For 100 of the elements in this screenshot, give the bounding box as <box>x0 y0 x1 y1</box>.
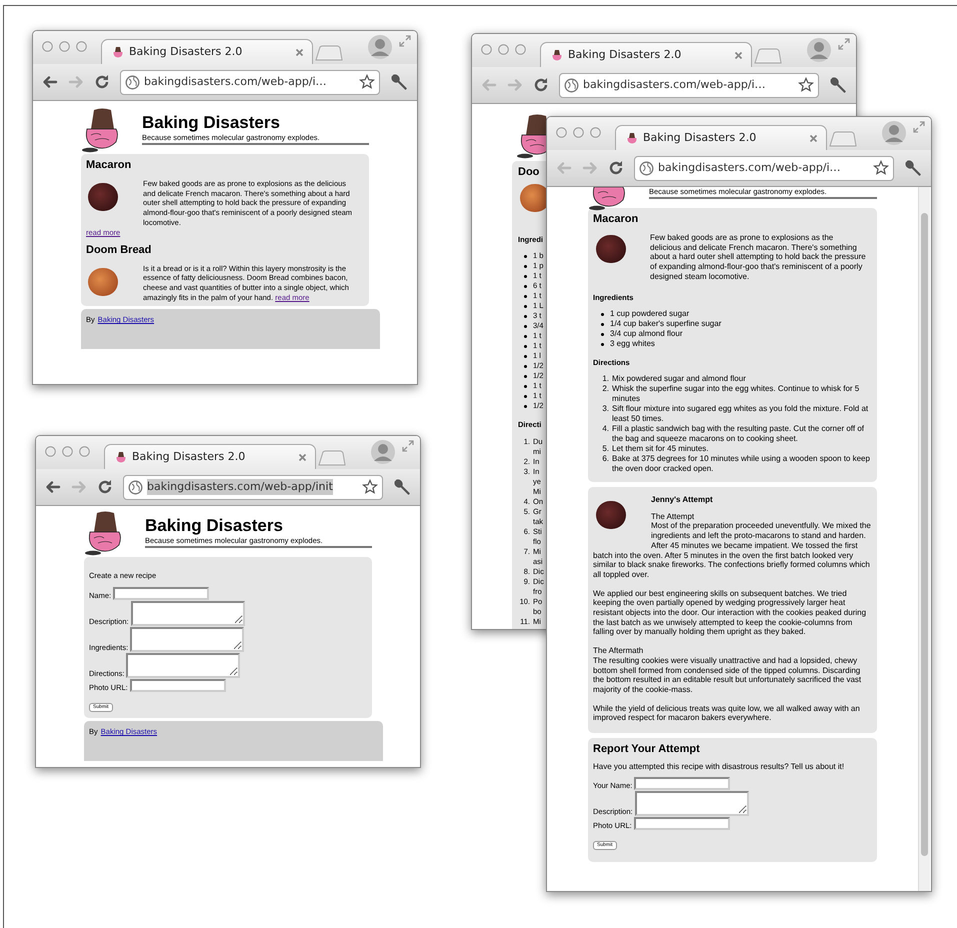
attempt-paragraph: We applied our best engineering skills on subsequent batches. We tried keeping the oven partially opened by wedging progressively larger heat resistant objects into the door. Our interaction with the cookies peaked during the last batch as we unwisely attempted to keep the cookie-columns from falling over by manually holding them upright as they baked. <box>593 588 868 638</box>
scrollbar-thumb[interactable] <box>921 213 928 856</box>
back-arrow-icon[interactable] <box>45 479 61 495</box>
window-button[interactable] <box>515 44 526 55</box>
window-button[interactable] <box>62 446 73 457</box>
bullet-icon <box>601 342 604 346</box>
site-title: Baking Disasters <box>145 516 284 536</box>
bullet-icon <box>524 395 527 398</box>
window-button[interactable] <box>590 127 601 138</box>
close-icon[interactable] <box>298 452 307 462</box>
url-field[interactable]: bakingdisasters.com/web-app/i… <box>559 72 819 98</box>
globe-icon <box>639 160 654 176</box>
report-prompt: Have you attempted this recipe with disastrous results? Tell us about it! <box>593 762 846 772</box>
list-item-text: Sift flour mixture into sugared egg whites as you fold the mixture. Fold at least 50 times. <box>612 404 870 424</box>
text-input-field[interactable] <box>634 776 730 790</box>
url-field[interactable]: bakingdisasters.com/web-app/init <box>123 474 383 500</box>
bullet-icon <box>524 255 527 258</box>
browser-tab[interactable]: Baking Disasters 2.0 <box>104 444 316 469</box>
forward-arrow-icon[interactable] <box>68 74 84 90</box>
photo-placeholder <box>88 183 118 211</box>
globe-icon <box>128 480 143 494</box>
textarea-field[interactable] <box>130 627 244 652</box>
new-tab-button[interactable] <box>829 131 857 147</box>
window-button[interactable] <box>498 44 509 55</box>
attempt-paragraph: The resulting cookies were visually unattractive and had a lopsided, chewy bottom shell formed from condensed side of the tipped columns. Discarding the bottom resulted in an editable result but unfortunately sacrificed the vast majority of the cookie-mass. <box>593 656 862 695</box>
url-field[interactable]: bakingdisasters.com/web-app/i… <box>634 156 894 180</box>
list-item-text: Fill a plastic sandwich bag with the resulting paste. Cut the corner off of the bag and squeeze macarons on to cooking sheet. <box>612 424 865 444</box>
photo-placeholder <box>88 268 118 296</box>
list-item-text: Mix powdered sugar and almond flour <box>612 374 747 384</box>
close-icon[interactable] <box>809 134 818 142</box>
recipe-name: Doom Bread <box>86 244 152 257</box>
window-button[interactable] <box>556 127 567 138</box>
browser-tab[interactable]: Baking Disasters 2.0 <box>615 125 827 150</box>
star-icon[interactable] <box>359 74 375 90</box>
recipe-name: Doo <box>518 166 540 179</box>
recipe-description: Few baked goods are as prone to explosions as the delicious and delicate French macaron. There's something about a hard outer shell attempting to hold back the pressure of expanding almond-flour-goo that's reminiscent of a poorly designed steam locomotive. <box>650 233 866 282</box>
fullscreen-icon[interactable] <box>913 121 925 133</box>
fullscreen-icon[interactable] <box>402 440 414 452</box>
window-button[interactable] <box>42 41 53 52</box>
star-icon[interactable] <box>798 77 814 93</box>
avatar-icon[interactable] <box>370 438 396 466</box>
window-button[interactable] <box>76 41 87 52</box>
cupcake-icon <box>115 451 127 463</box>
cupcake-icon <box>626 132 638 144</box>
bullet-icon <box>524 295 527 298</box>
report-heading: Report Your Attempt <box>593 743 701 756</box>
new-tab-button[interactable] <box>318 450 346 466</box>
window-button[interactable] <box>573 127 584 138</box>
new-tab-button[interactable] <box>754 48 782 64</box>
url-text: bakingdisasters.com/web-app/i… <box>658 160 841 176</box>
textarea-field[interactable] <box>126 653 240 678</box>
forward-arrow-icon[interactable] <box>507 77 523 93</box>
bullet-icon <box>524 375 527 378</box>
list-item-text: Bake at 375 degrees for 10 minutes while using a wooden spoon to keep the oven door cracked open. <box>612 454 871 474</box>
text-input-field[interactable] <box>113 587 210 600</box>
scrollbar[interactable] <box>918 187 930 891</box>
textarea-field[interactable] <box>634 790 749 816</box>
fullscreen-icon[interactable] <box>399 35 411 47</box>
window-button[interactable] <box>79 446 90 457</box>
avatar-icon[interactable] <box>881 119 907 147</box>
reload-icon[interactable] <box>608 160 624 176</box>
avatar-icon[interactable] <box>806 36 832 64</box>
forward-arrow-icon[interactable] <box>582 160 598 176</box>
fullscreen-icon[interactable] <box>838 38 850 50</box>
list-number: 1. <box>601 374 609 384</box>
bullet-icon <box>524 365 527 368</box>
url-field[interactable]: bakingdisasters.com/web-app/i… <box>120 70 380 94</box>
text-input-field[interactable] <box>130 679 226 692</box>
list-number: 5. <box>601 444 609 454</box>
star-icon[interactable] <box>873 160 889 176</box>
close-icon[interactable] <box>734 50 743 60</box>
window-button[interactable] <box>481 44 492 55</box>
avatar-icon[interactable] <box>367 33 393 61</box>
close-icon[interactable] <box>295 48 304 56</box>
cupcake-icon <box>112 46 124 58</box>
back-arrow-icon[interactable] <box>42 74 58 90</box>
list-number: 4. <box>601 424 609 434</box>
bullet-icon <box>601 322 604 326</box>
bullet-icon <box>524 275 527 278</box>
browser-tab[interactable]: Baking Disasters 2.0 <box>540 42 752 67</box>
bullet-icon <box>524 345 527 348</box>
photo-placeholder <box>596 235 626 263</box>
recipe-name: Macaron <box>86 159 132 172</box>
url-text: bakingdisasters.com/web-app/i… <box>583 76 766 93</box>
browser-tab[interactable]: Baking Disasters 2.0 <box>101 39 313 64</box>
new-tab-button[interactable] <box>315 45 343 61</box>
bullet-icon <box>524 355 527 358</box>
list-item-text: Whisk the superfine sugar into the egg whites. Continue to whisk for 5 minutes <box>612 384 860 404</box>
window-button[interactable] <box>59 41 70 52</box>
section-heading: The Attempt <box>650 512 696 522</box>
list-item-text: 1/4 cup baker's superfine sugar <box>610 318 722 329</box>
text-input-field[interactable] <box>634 816 730 830</box>
reload-icon[interactable] <box>533 77 549 93</box>
forward-arrow-icon[interactable] <box>71 479 87 495</box>
reload-icon[interactable] <box>97 479 113 495</box>
window-button[interactable] <box>45 446 56 457</box>
list-item-text: 3 egg whites <box>610 338 655 349</box>
star-icon[interactable] <box>362 479 378 495</box>
textarea-field[interactable] <box>130 601 245 626</box>
reload-icon[interactable] <box>94 74 110 90</box>
